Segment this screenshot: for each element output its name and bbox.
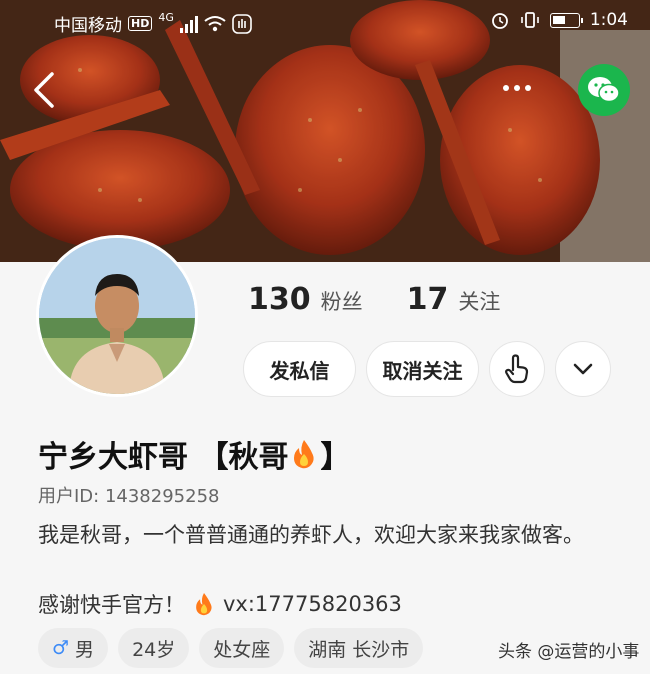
profile-name-text: 宁乡大虾哥 【秋哥: [38, 440, 289, 475]
signal-icon: [179, 15, 198, 33]
more-options-button[interactable]: [555, 341, 611, 397]
profile-name-suffix: 】: [320, 440, 351, 475]
male-icon: ♂: [52, 637, 70, 659]
hand-shield-icon: [232, 13, 252, 34]
chevron-down-icon: [573, 363, 593, 375]
unfollow-button[interactable]: 取消关注: [366, 341, 479, 397]
send-message-button[interactable]: 发私信: [243, 341, 356, 397]
thanks-text: 感谢快手官方！: [38, 593, 185, 617]
hand-pointer-icon: [505, 354, 529, 384]
watermark: 头条 @运营的小事: [498, 642, 640, 662]
following-label[interactable]: 关注: [458, 286, 500, 316]
wifi-icon: [204, 15, 226, 31]
avatar[interactable]: [36, 235, 198, 397]
network-label: 4G: [158, 11, 174, 24]
fire-icon: [294, 440, 315, 469]
wechat-icon[interactable]: [578, 64, 630, 116]
status-bar: 中国移动 HD 4G 1:04: [0, 0, 650, 44]
action-row: 发私信 取消关注: [243, 341, 611, 397]
carrier-label: 中国移动: [54, 16, 122, 36]
battery-icon: [549, 12, 583, 28]
followers-count[interactable]: 130: [248, 282, 311, 317]
tag-zodiac: 处女座: [199, 628, 285, 668]
user-id: 用户ID: 1438295258: [38, 486, 220, 507]
chevron-left-icon[interactable]: [28, 70, 62, 110]
thanks-line: 感谢快手官方！ vx:17775820363: [38, 589, 402, 619]
fire-icon: [196, 593, 212, 616]
followers-label[interactable]: 粉丝: [321, 286, 363, 316]
tag-label: 男: [75, 638, 95, 661]
tag-gender: ♂ 男: [38, 628, 109, 668]
tag-row: ♂ 男 24岁 处女座 湖南 长沙市: [38, 628, 424, 668]
clock: 1:04: [589, 10, 628, 30]
following-count[interactable]: 17: [407, 282, 449, 317]
tag-location: 湖南 长沙市: [294, 628, 424, 668]
vibrate-icon: [521, 12, 539, 28]
cover-image: 中国移动 HD 4G 1:04: [0, 0, 650, 262]
stats-row: 130 粉丝 17 关注: [248, 282, 500, 317]
hand-pointer-button[interactable]: [489, 341, 545, 397]
contact-text: vx:17775820363: [223, 592, 402, 616]
tag-age: 24岁: [118, 628, 190, 668]
hd-badge: HD: [128, 16, 153, 31]
bio-text: 我是秋哥，一个普普通通的养虾人，欢迎大家来我家做客。: [38, 523, 584, 547]
alarm-icon: [491, 13, 508, 29]
profile-name: 宁乡大虾哥 【秋哥 】: [38, 432, 350, 476]
more-dots-icon[interactable]: [503, 76, 543, 100]
